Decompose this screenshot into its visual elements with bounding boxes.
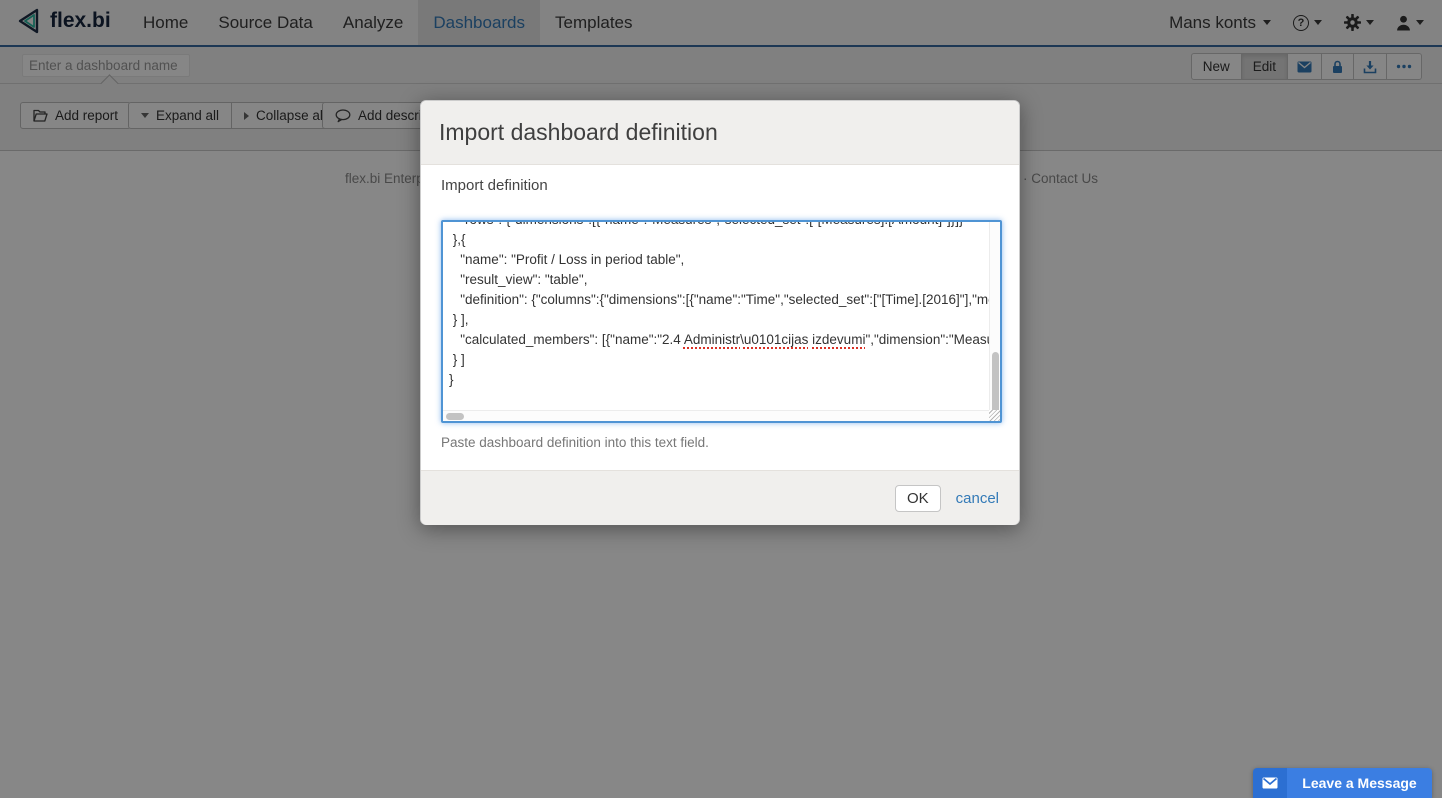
code-line: "calculated_members": [{"name":"2.4 Admi… <box>449 330 989 350</box>
horizontal-scrollbar[interactable] <box>443 410 989 421</box>
import-definition-label: Import definition <box>441 177 548 194</box>
envelope-icon <box>1262 777 1278 789</box>
ok-button[interactable]: OK <box>895 485 941 512</box>
import-definition-textarea[interactable]: "rows": {"dimensions":[{"name":"Measures… <box>441 220 1002 423</box>
modal-title: Import dashboard definition <box>439 119 718 146</box>
code-line: },{ <box>449 230 989 250</box>
vertical-scrollbar[interactable] <box>989 222 1000 410</box>
cancel-link[interactable]: cancel <box>956 490 999 507</box>
code-line: } ] <box>449 350 989 370</box>
resize-grip[interactable] <box>989 410 1000 421</box>
modal-body: Import definition "rows": {"dimensions":… <box>421 165 1019 470</box>
vertical-scrollbar-thumb[interactable] <box>992 352 999 414</box>
app-root: flex.bi Home Source Data Analyze Dashboa… <box>0 0 1442 798</box>
code-line: "name": "Profit / Loss in period table", <box>449 250 989 270</box>
code-line: "definition": {"columns":{"dimensions":[… <box>449 290 989 310</box>
import-dashboard-modal: Import dashboard definition Import defin… <box>420 100 1020 525</box>
code-line: } <box>449 370 989 390</box>
code-line: "result_view": "table", <box>449 270 989 290</box>
textarea-help-text: Paste dashboard definition into this tex… <box>441 435 709 450</box>
leave-message-widget[interactable]: Leave a Message <box>1253 768 1432 798</box>
textarea-viewport: "rows": {"dimensions":[{"name":"Measures… <box>443 222 989 410</box>
chat-icon-box <box>1253 768 1287 798</box>
textarea-content: "rows": {"dimensions":[{"name":"Measures… <box>449 222 989 390</box>
code-line: } ], <box>449 310 989 330</box>
modal-header: Import dashboard definition <box>421 101 1019 165</box>
leave-message-label: Leave a Message <box>1287 768 1432 798</box>
code-line: "rows": {"dimensions":[{"name":"Measures… <box>449 222 989 230</box>
modal-footer: OK cancel <box>421 470 1019 525</box>
horizontal-scrollbar-thumb[interactable] <box>446 413 464 420</box>
